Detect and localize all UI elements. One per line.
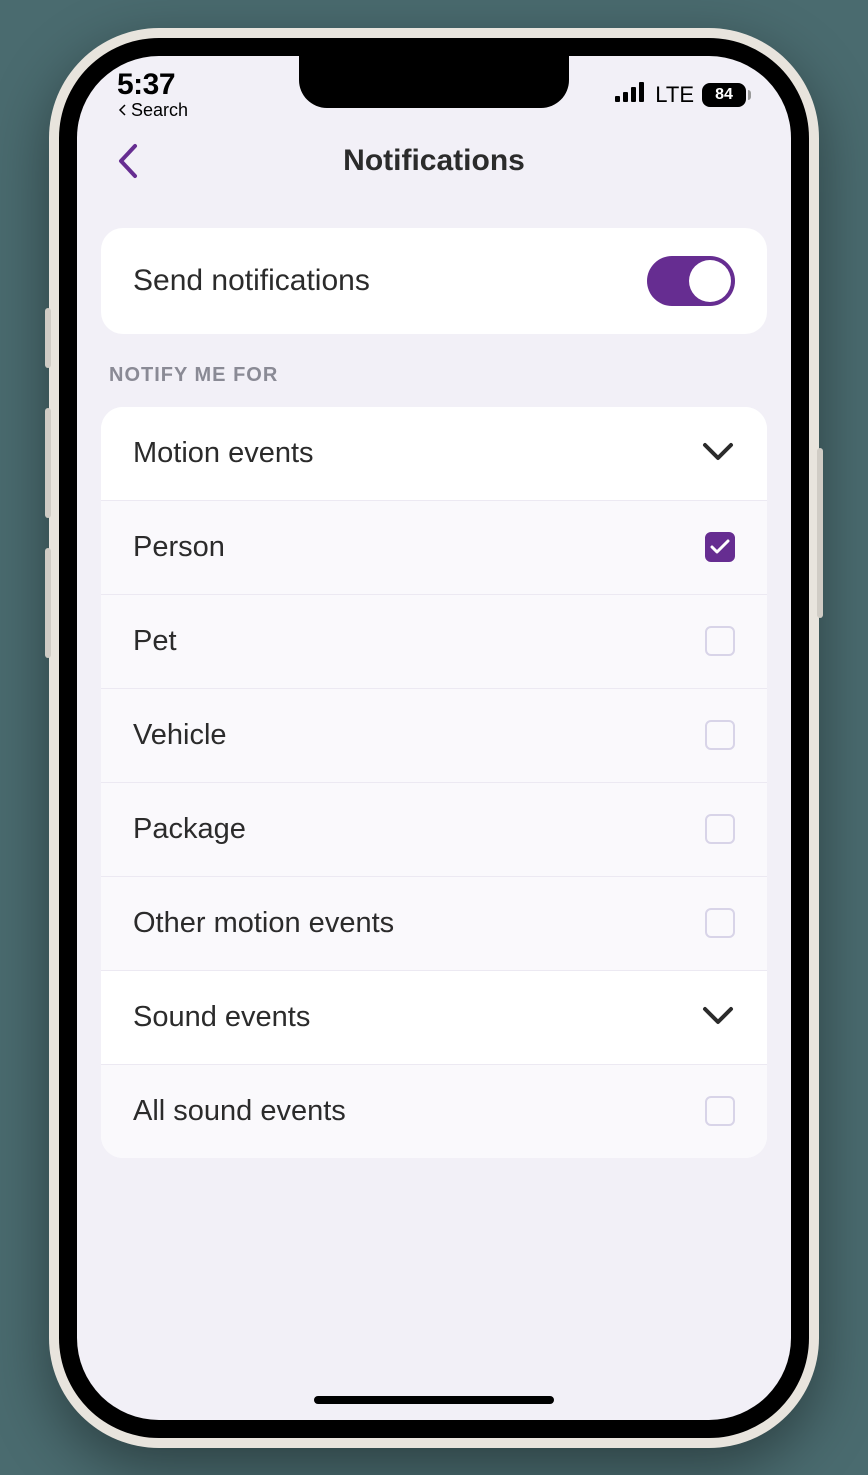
package-checkbox[interactable] xyxy=(705,814,735,844)
page-title: Notifications xyxy=(343,144,525,178)
chevron-down-icon xyxy=(701,1004,735,1031)
send-notifications-row: Send notifications xyxy=(101,228,767,334)
package-label: Package xyxy=(133,813,246,846)
vehicle-checkbox[interactable] xyxy=(705,720,735,750)
status-time: 5:37 xyxy=(117,68,175,102)
back-caret-icon xyxy=(117,104,129,116)
breadcrumb-back[interactable]: Search xyxy=(117,100,188,121)
other-motion-checkbox[interactable] xyxy=(705,908,735,938)
battery-icon: 84 xyxy=(702,83,751,107)
pet-checkbox[interactable] xyxy=(705,626,735,656)
sound-events-header[interactable]: Sound events xyxy=(101,971,767,1065)
volume-down-button xyxy=(45,548,51,658)
pet-label: Pet xyxy=(133,625,177,658)
package-row[interactable]: Package xyxy=(101,783,767,877)
motion-events-label: Motion events xyxy=(133,437,314,470)
notch xyxy=(299,56,569,108)
send-notifications-label: Send notifications xyxy=(133,264,370,298)
notify-list: Motion events Person Pet xyxy=(101,407,767,1158)
nav-header: Notifications xyxy=(77,126,791,208)
chevron-down-icon xyxy=(701,440,735,467)
all-sound-label: All sound events xyxy=(133,1095,346,1128)
person-row[interactable]: Person xyxy=(101,501,767,595)
person-label: Person xyxy=(133,531,225,564)
other-motion-label: Other motion events xyxy=(133,907,394,940)
chevron-left-icon xyxy=(115,142,139,180)
breadcrumb-label: Search xyxy=(131,100,188,121)
back-button[interactable] xyxy=(107,141,147,181)
vehicle-label: Vehicle xyxy=(133,719,227,752)
check-icon xyxy=(710,539,730,555)
volume-up-button xyxy=(45,408,51,518)
all-sound-checkbox[interactable] xyxy=(705,1096,735,1126)
other-motion-row[interactable]: Other motion events xyxy=(101,877,767,971)
power-button xyxy=(817,448,823,618)
all-sound-row[interactable]: All sound events xyxy=(101,1065,767,1158)
motion-events-header[interactable]: Motion events xyxy=(101,407,767,501)
phone-frame: 5:37 Search LTE 84 xyxy=(49,28,819,1448)
screen: 5:37 Search LTE 84 xyxy=(77,56,791,1420)
cellular-signal-icon xyxy=(615,82,647,107)
battery-level: 84 xyxy=(702,83,746,107)
vehicle-row[interactable]: Vehicle xyxy=(101,689,767,783)
mute-switch xyxy=(45,308,51,368)
pet-row[interactable]: Pet xyxy=(101,595,767,689)
network-label: LTE xyxy=(655,82,694,108)
home-indicator[interactable] xyxy=(314,1396,554,1404)
sound-events-label: Sound events xyxy=(133,1001,310,1034)
send-notifications-toggle[interactable] xyxy=(647,256,735,306)
section-header: NOTIFY ME FOR xyxy=(101,364,767,407)
person-checkbox[interactable] xyxy=(705,532,735,562)
